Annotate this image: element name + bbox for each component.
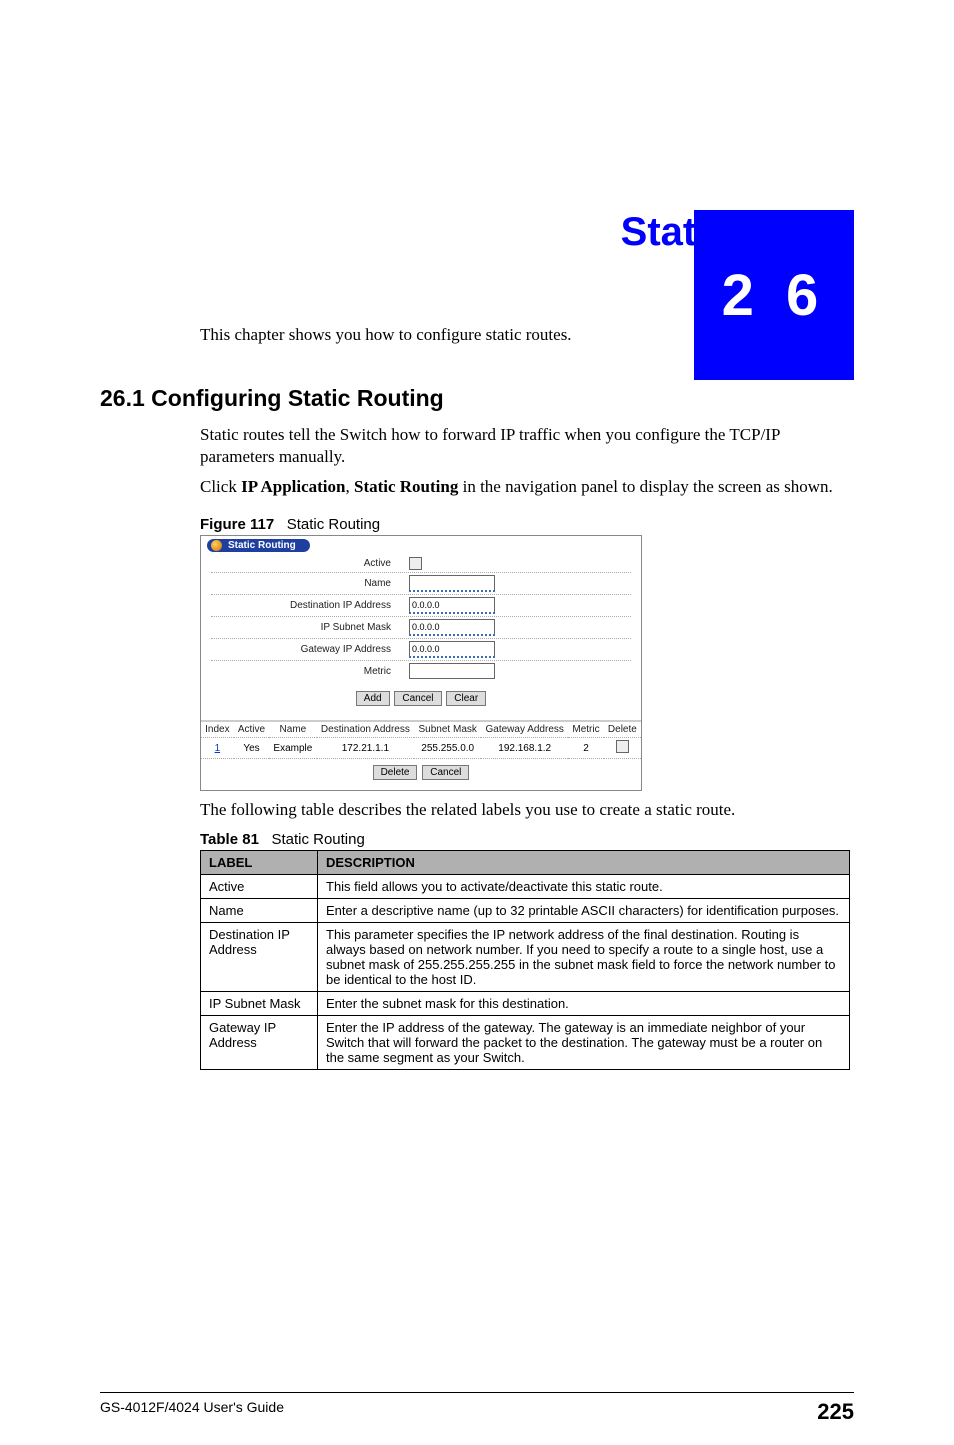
body-paragraph-3: The following table describes the relate… [200, 799, 854, 821]
ref-th-label: LABEL [201, 851, 318, 875]
table-row: Name Enter a descriptive name (up to 32 … [201, 899, 850, 923]
row-delete-checkbox[interactable] [616, 740, 629, 753]
delete-button[interactable]: Delete [373, 765, 418, 780]
row-active: Yes [234, 738, 270, 759]
table-row: 1 Yes Example 172.21.1.1 255.255.0.0 192… [201, 738, 641, 759]
ui-button-row: Add Cancel Clear [201, 681, 641, 721]
dest-ip-input[interactable]: 0.0.0.0 [409, 597, 495, 614]
th-metric: Metric [568, 722, 604, 738]
ui-button-row-2: Delete Cancel [201, 759, 641, 790]
name-input[interactable] [409, 575, 495, 592]
footer-page-number: 225 [817, 1399, 854, 1425]
row-index-link[interactable]: 1 [215, 743, 221, 754]
ref-label: Gateway IP Address [201, 1016, 318, 1070]
ref-label: Name [201, 899, 318, 923]
ref-desc: Enter the subnet mask for this destinati… [318, 992, 850, 1016]
ui-tab-static-routing[interactable]: Static Routing [207, 539, 310, 552]
reference-table: LABEL DESCRIPTION Active This field allo… [200, 850, 850, 1070]
table-caption: Table 81 Static Routing [200, 831, 854, 848]
row-dest: 172.21.1.1 [317, 738, 415, 759]
field-label-dest-ip: Destination IP Address [211, 600, 409, 611]
field-label-subnet: IP Subnet Mask [211, 622, 409, 633]
page-footer: GS-4012F/4024 User's Guide 225 [100, 1392, 854, 1425]
table-row: IP Subnet Mask Enter the subnet mask for… [201, 992, 850, 1016]
row-subnet: 255.255.0.0 [414, 738, 481, 759]
ui-routes-table: Index Active Name Destination Address Su… [201, 721, 641, 759]
table-row: Gateway IP Address Enter the IP address … [201, 1016, 850, 1070]
table-row: Active This field allows you to activate… [201, 875, 850, 899]
th-index: Index [201, 722, 234, 738]
cancel-button-2[interactable]: Cancel [422, 765, 469, 780]
row-metric: 2 [568, 738, 604, 759]
ref-label: Active [201, 875, 318, 899]
th-active: Active [234, 722, 270, 738]
ref-desc: This field allows you to activate/deacti… [318, 875, 850, 899]
gateway-input[interactable]: 0.0.0.0 [409, 641, 495, 658]
ui-tab-bar: Static Routing [201, 536, 641, 555]
clear-button[interactable]: Clear [446, 691, 486, 706]
ui-screenshot: Static Routing Active Name Destination I… [200, 535, 642, 791]
table-label: Table 81 [200, 831, 259, 848]
ref-desc: Enter the IP address of the gateway. The… [318, 1016, 850, 1070]
ref-th-desc: DESCRIPTION [318, 851, 850, 875]
metric-input[interactable] [409, 663, 495, 679]
field-label-gateway: Gateway IP Address [211, 644, 409, 655]
ui-tab-label: Static Routing [228, 540, 296, 551]
th-delete: Delete [604, 722, 641, 738]
add-button[interactable]: Add [356, 691, 390, 706]
ref-desc: Enter a descriptive name (up to 32 print… [318, 899, 850, 923]
ui-form: Active Name Destination IP Address 0.0.0… [201, 555, 641, 681]
th-name: Name [269, 722, 316, 738]
section-heading: 26.1 Configuring Static Routing [100, 385, 854, 412]
cancel-button[interactable]: Cancel [394, 691, 441, 706]
tab-dot-icon [211, 540, 222, 551]
body-paragraph-2: Click IP Application, Static Routing in … [200, 476, 854, 498]
subnet-input[interactable]: 0.0.0.0 [409, 619, 495, 636]
active-checkbox[interactable] [409, 557, 422, 570]
ref-desc: This parameter specifies the IP network … [318, 923, 850, 992]
ref-label: IP Subnet Mask [201, 992, 318, 1016]
figure-title: Static Routing [287, 516, 380, 533]
table-title: Static Routing [271, 831, 364, 848]
row-name: Example [269, 738, 316, 759]
field-label-name: Name [211, 578, 409, 589]
ref-label: Destination IP Address [201, 923, 318, 992]
field-label-metric: Metric [211, 666, 409, 677]
table-row: Destination IP Address This parameter sp… [201, 923, 850, 992]
field-label-active: Active [211, 558, 409, 569]
body-paragraph-1: Static routes tell the Switch how to for… [200, 424, 854, 468]
chapter-number: 2 6 [722, 262, 827, 329]
figure-caption: Figure 117 Static Routing [200, 516, 854, 533]
footer-guide-title: GS-4012F/4024 User's Guide [100, 1399, 284, 1425]
th-dest: Destination Address [317, 722, 415, 738]
chapter-number-box: 2 6 [694, 210, 854, 380]
th-gateway: Gateway Address [481, 722, 568, 738]
figure-label: Figure 117 [200, 516, 274, 533]
row-gateway: 192.168.1.2 [481, 738, 568, 759]
th-subnet: Subnet Mask [414, 722, 481, 738]
